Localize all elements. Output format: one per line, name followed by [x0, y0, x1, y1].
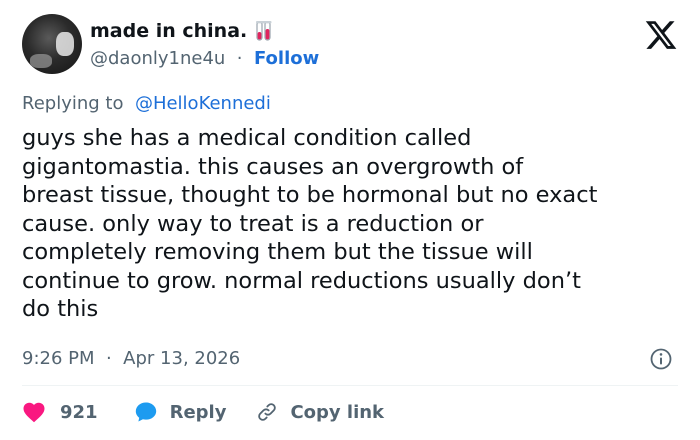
tweet-date: Apr 13, 2026	[123, 348, 241, 369]
avatar-shadow	[30, 54, 52, 68]
like-count: 921	[60, 401, 98, 423]
reply-button[interactable]: Reply	[134, 400, 227, 424]
author-display-name[interactable]: made in china.	[90, 20, 247, 42]
replying-to-line: Replying to @HelloKennedi	[22, 93, 271, 114]
tweet-text-line: breast tissue, thought to be hormonal bu…	[22, 182, 598, 208]
test-tube-icon	[255, 20, 273, 42]
tweet-timestamp[interactable]: 9:26 PM · Apr 13, 2026	[22, 348, 240, 369]
follow-button[interactable]: Follow	[254, 48, 319, 69]
tweet-text-line: completely removing them but the tissue …	[22, 239, 533, 265]
speech-bubble-icon	[135, 402, 156, 422]
timestamp-separator: ·	[100, 348, 118, 369]
author-handle-row: @daonly1ne4u · Follow	[90, 48, 319, 69]
copy-link-button[interactable]: Copy link	[256, 401, 384, 423]
divider	[22, 385, 678, 386]
avatar[interactable]	[22, 14, 82, 74]
reply-label: Reply	[169, 401, 227, 423]
replying-to-prefix: Replying to	[22, 93, 124, 114]
info-icon[interactable]	[650, 348, 672, 370]
copy-link-label: Copy link	[290, 401, 385, 423]
author-name-row: made in china.	[90, 20, 273, 42]
tweet-text-line: guys she has a medical condition called	[22, 125, 472, 151]
action-bar: 921 Reply Copy link	[22, 400, 384, 424]
tweet-card: made in china. @daonly1ne4u · Follow Rep…	[0, 0, 700, 440]
tweet-text-line: cause. only way to treat is a reduction …	[22, 210, 484, 237]
tweet-time: 9:26 PM	[22, 348, 95, 369]
link-icon	[258, 403, 277, 421]
tweet-text-line: do this	[22, 296, 99, 322]
heart-icon	[23, 402, 45, 423]
like-button[interactable]: 921	[22, 401, 98, 423]
handle-separator: ·	[231, 48, 249, 69]
avatar-highlight	[56, 32, 74, 56]
tweet-text-line: gigantomastia. this causes an overgrowth…	[22, 153, 524, 180]
x-logo-icon[interactable]	[644, 18, 678, 52]
reply-mention-link[interactable]: @HelloKennedi	[129, 93, 271, 114]
tweet-text: guys she has a medical condition called …	[22, 124, 682, 324]
tweet-text-line: continue to grow. normal reductions usua…	[22, 267, 581, 294]
author-handle[interactable]: @daonly1ne4u	[90, 48, 225, 69]
